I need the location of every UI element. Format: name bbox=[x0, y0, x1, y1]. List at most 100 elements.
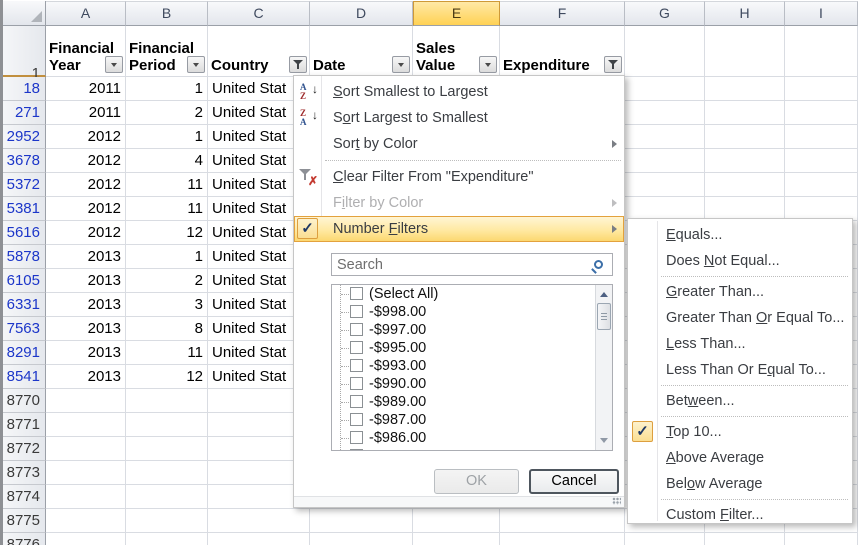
cell[interactable]: 12 bbox=[126, 365, 208, 389]
row-number[interactable]: 5372 bbox=[3, 173, 46, 197]
checkbox[interactable] bbox=[350, 305, 363, 318]
cell[interactable]: 2 bbox=[126, 101, 208, 125]
resize-strip[interactable] bbox=[294, 496, 624, 507]
cell[interactable]: 2013 bbox=[46, 365, 126, 389]
filter-dropdown-button[interactable] bbox=[187, 56, 205, 73]
cell[interactable]: 2 bbox=[126, 269, 208, 293]
cell[interactable] bbox=[625, 173, 705, 197]
row-number[interactable]: 5616 bbox=[3, 221, 46, 245]
header-cell-financial-period[interactable]: Financial Period bbox=[126, 26, 208, 77]
menu-item-sort-largest-to-smallest[interactable]: ZA↓ Sort Largest to Smallest bbox=[294, 105, 624, 131]
submenu-item-does-not-equal[interactable]: Does Not Equal... bbox=[628, 248, 852, 274]
search-icon[interactable] bbox=[594, 260, 603, 269]
column-header-g[interactable]: G bbox=[625, 1, 705, 26]
filter-dropdown-button[interactable] bbox=[105, 56, 123, 73]
cell[interactable] bbox=[413, 509, 500, 533]
cell[interactable]: 2012 bbox=[46, 221, 126, 245]
cell[interactable] bbox=[705, 26, 785, 77]
cell[interactable] bbox=[126, 461, 208, 485]
cell[interactable] bbox=[625, 77, 705, 101]
cell[interactable] bbox=[126, 413, 208, 437]
header-cell-expenditure[interactable]: Expenditure bbox=[500, 26, 625, 77]
list-item[interactable]: -$987.00 bbox=[332, 411, 612, 429]
cell[interactable]: 11 bbox=[126, 173, 208, 197]
cell[interactable]: 1 bbox=[126, 245, 208, 269]
list-item-select-all[interactable]: (Select All) bbox=[332, 285, 612, 303]
cell[interactable] bbox=[126, 509, 208, 533]
cell[interactable]: 2013 bbox=[46, 245, 126, 269]
cell[interactable] bbox=[625, 26, 705, 77]
checkbox[interactable] bbox=[350, 341, 363, 354]
cell[interactable]: 2011 bbox=[46, 77, 126, 101]
cell[interactable] bbox=[500, 533, 625, 545]
cell[interactable] bbox=[46, 461, 126, 485]
filter-applied-button[interactable] bbox=[604, 56, 622, 73]
list-item-partial[interactable] bbox=[332, 447, 612, 451]
row-number[interactable]: 271 bbox=[3, 101, 46, 125]
cell[interactable] bbox=[625, 149, 705, 173]
cell[interactable] bbox=[126, 437, 208, 461]
row-number[interactable]: 7563 bbox=[3, 317, 46, 341]
scroll-up-button[interactable] bbox=[596, 285, 612, 302]
row-number[interactable]: 8773 bbox=[3, 461, 46, 485]
cell[interactable] bbox=[625, 125, 705, 149]
header-cell-financial-year[interactable]: Financial Year bbox=[46, 26, 126, 77]
filter-dropdown-button[interactable] bbox=[392, 56, 410, 73]
list-item[interactable]: -$993.00 bbox=[332, 357, 612, 375]
cell[interactable] bbox=[46, 437, 126, 461]
column-header-i[interactable]: I bbox=[785, 1, 858, 26]
cell[interactable]: 2012 bbox=[46, 149, 126, 173]
scrollbar-thumb[interactable] bbox=[597, 303, 611, 330]
cell[interactable] bbox=[785, 149, 858, 173]
row-number[interactable]: 8770 bbox=[3, 389, 46, 413]
column-header-h[interactable]: H bbox=[705, 1, 785, 26]
scrollbar[interactable] bbox=[595, 285, 612, 450]
row-number[interactable]: 5381 bbox=[3, 197, 46, 221]
submenu-item-top-10[interactable]: ✓ Top 10... bbox=[628, 419, 852, 445]
menu-item-sort-by-color[interactable]: Sort by Color bbox=[294, 131, 624, 157]
list-item[interactable]: -$986.00 bbox=[332, 429, 612, 447]
checkbox[interactable] bbox=[350, 449, 363, 451]
cell[interactable] bbox=[705, 149, 785, 173]
cell[interactable] bbox=[46, 413, 126, 437]
resize-grip-icon[interactable] bbox=[612, 497, 621, 505]
cell[interactable] bbox=[46, 509, 126, 533]
checkbox[interactable] bbox=[350, 413, 363, 426]
cell[interactable] bbox=[46, 485, 126, 509]
menu-item-clear-filter[interactable]: ✗ Clear Filter From "Expenditure" bbox=[294, 164, 624, 190]
scroll-down-button[interactable] bbox=[596, 433, 612, 450]
checkbox[interactable] bbox=[350, 431, 363, 444]
header-cell-country[interactable]: Country bbox=[208, 26, 310, 77]
checkbox[interactable] bbox=[350, 323, 363, 336]
checkbox[interactable] bbox=[350, 359, 363, 372]
column-header-c[interactable]: C bbox=[208, 1, 310, 26]
submenu-item-less-than-or-equal[interactable]: Less Than Or Equal To... bbox=[628, 357, 852, 383]
cell[interactable] bbox=[310, 509, 413, 533]
checkbox[interactable] bbox=[350, 395, 363, 408]
column-header-e-selected[interactable]: E bbox=[413, 1, 500, 26]
cell[interactable] bbox=[705, 101, 785, 125]
row-number[interactable]: 6105 bbox=[3, 269, 46, 293]
list-item[interactable]: -$989.00 bbox=[332, 393, 612, 411]
row-number[interactable]: 1 bbox=[3, 26, 46, 77]
cell[interactable] bbox=[126, 389, 208, 413]
cell[interactable]: 1 bbox=[126, 77, 208, 101]
list-item[interactable]: -$990.00 bbox=[332, 375, 612, 393]
row-number[interactable]: 8771 bbox=[3, 413, 46, 437]
filter-applied-button[interactable] bbox=[289, 56, 307, 73]
cell[interactable]: 8 bbox=[126, 317, 208, 341]
cell[interactable] bbox=[785, 26, 858, 77]
cell[interactable] bbox=[785, 101, 858, 125]
cell[interactable] bbox=[705, 77, 785, 101]
cell[interactable]: 2012 bbox=[46, 197, 126, 221]
cell[interactable]: 2013 bbox=[46, 269, 126, 293]
row-number[interactable]: 8291 bbox=[3, 341, 46, 365]
cancel-button[interactable]: Cancel bbox=[529, 469, 619, 494]
cell[interactable] bbox=[310, 533, 413, 545]
cell[interactable]: 2012 bbox=[46, 173, 126, 197]
column-header-f[interactable]: F bbox=[500, 1, 625, 26]
column-header-b[interactable]: B bbox=[126, 1, 208, 26]
cell[interactable]: 11 bbox=[126, 341, 208, 365]
submenu-item-between[interactable]: Between... bbox=[628, 388, 852, 414]
column-header-a[interactable]: A bbox=[46, 1, 126, 26]
